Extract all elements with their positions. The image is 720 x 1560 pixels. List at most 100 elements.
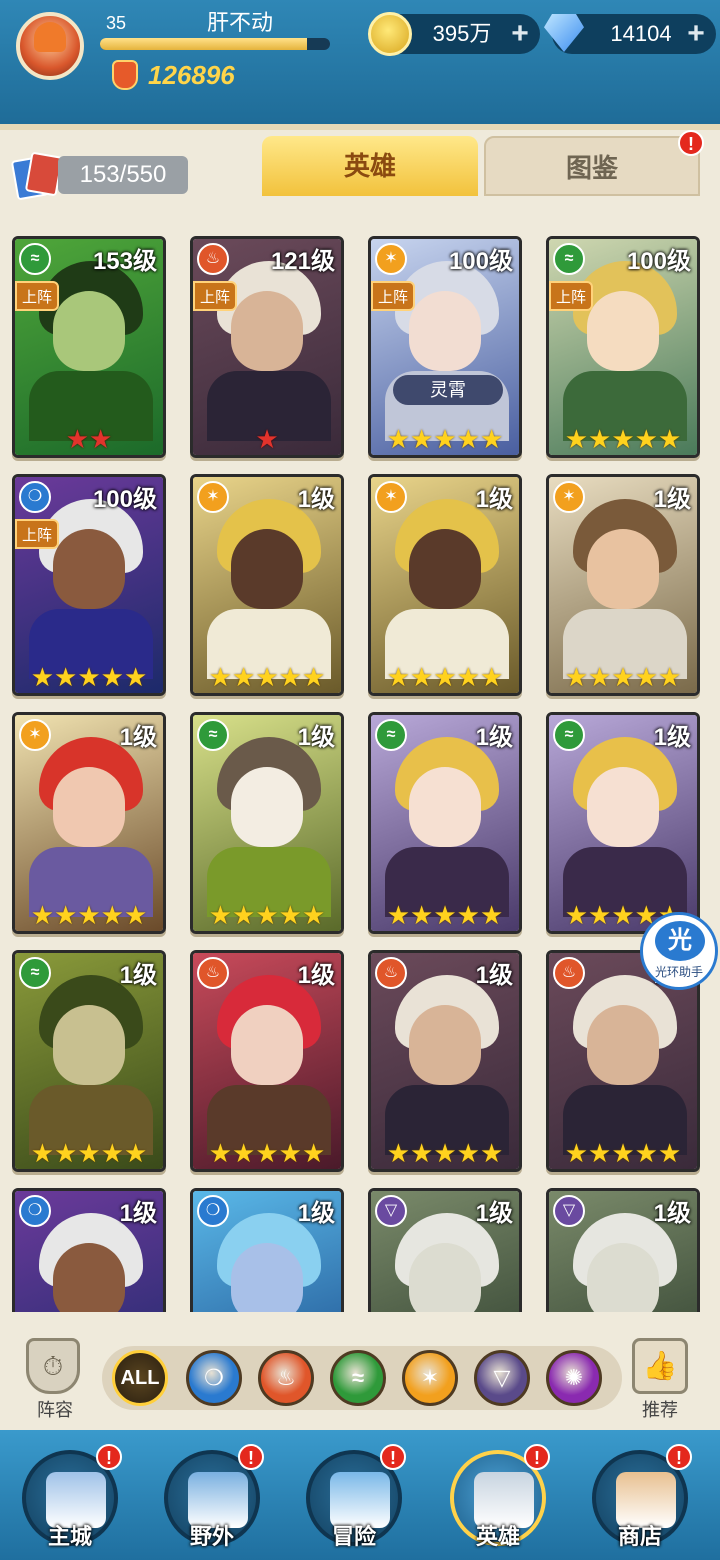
hero-card[interactable]: ▽ 1级 (546, 1188, 700, 1312)
codex-alert-icon: ! (678, 130, 704, 156)
fire-element-icon: ♨ (553, 957, 585, 989)
hero-card[interactable]: ≈1级★★★★★ (12, 950, 166, 1172)
hero-level: 100级 (448, 248, 513, 275)
hero-card[interactable]: ✶ 1级 ★★★★★ (368, 474, 522, 696)
deployed-badge: 上阵 (193, 281, 237, 311)
recommend-button[interactable]: 👍 推荐 (632, 1338, 696, 1428)
hero-level: 100级 (626, 248, 691, 275)
hero-card[interactable]: ≈100级 上阵 ★★★★★ (546, 236, 700, 458)
star-icon: ★ (564, 1138, 589, 1168)
aura-helper-label: 光环助手 (654, 965, 703, 979)
filter-dark-button[interactable]: ▽ (474, 1350, 530, 1406)
hero-level: 1级 (119, 724, 157, 751)
nav-sword[interactable]: 冒险! (300, 1444, 408, 1556)
hero-card[interactable]: ♨1级★★★★★ (190, 950, 344, 1172)
wind-element-icon: ≈ (19, 243, 51, 275)
star-icon: ★ (301, 662, 326, 692)
star-icon: ★ (232, 662, 256, 692)
hero-stars: ★★★★★ (15, 1137, 163, 1169)
star-icon: ★ (410, 424, 434, 454)
filter-light-button[interactable]: ✶ (402, 1350, 458, 1406)
filter-wind-button[interactable]: ≈ (330, 1350, 386, 1406)
star-icon: ★ (611, 900, 635, 930)
hero-face (231, 529, 303, 609)
star-icon: ★ (410, 1138, 434, 1168)
hero-card[interactable]: ✶ 100级 上阵 灵霄 ★★★★★ (368, 236, 522, 458)
xp-bar-fill (100, 38, 307, 50)
hero-card[interactable]: ≈153级 上阵 ★★ (12, 236, 166, 458)
top-bar: 35 肝不动 126896 395万 + 14104 + (0, 0, 720, 130)
nav-portal[interactable]: 野外! (158, 1444, 266, 1556)
star-icon: ★ (634, 1138, 658, 1168)
star-icon: ★ (255, 662, 279, 692)
filter-chaos-button[interactable]: ✺ (546, 1350, 602, 1406)
hero-card[interactable]: ❍ 1级 (190, 1188, 344, 1312)
hero-level: 1级 (297, 962, 335, 989)
star-icon: ★ (208, 662, 233, 692)
nav-shop[interactable]: 商店! (586, 1444, 694, 1556)
hero-level: 1级 (475, 486, 513, 513)
hero-stars: ★★★★★ (371, 423, 519, 455)
player-avatar[interactable] (16, 12, 84, 80)
hero-level: 1级 (653, 486, 691, 513)
nav-helmet[interactable]: 英雄! (444, 1444, 552, 1556)
hero-level: 1级 (297, 724, 335, 751)
hero-stars: ★★★★★ (15, 661, 163, 693)
hero-face (587, 767, 659, 847)
hero-card[interactable]: ♨ 121级 上阵 ★ (190, 236, 344, 458)
hero-face (409, 529, 481, 609)
hero-card[interactable]: ≈1级★★★★★ (190, 712, 344, 934)
nav-castle[interactable]: 主城! (16, 1444, 124, 1556)
add-gems-button[interactable]: + (682, 19, 710, 49)
coin-value: 395万 (432, 21, 492, 46)
tab-heroes[interactable]: 英雄 (262, 136, 478, 196)
filter-water-button[interactable]: ❍ (186, 1350, 242, 1406)
star-icon: ★ (123, 900, 148, 930)
tab-codex[interactable]: 图鉴 (484, 136, 700, 196)
hero-card[interactable]: ≈1级★★★★★ (546, 712, 700, 934)
hero-count: 153/550 (58, 156, 188, 194)
hero-card[interactable]: ❍ 100级 上阵 ★★★★★ (12, 474, 166, 696)
coin-icon (368, 12, 412, 56)
hero-stars: ★★★★★ (193, 899, 341, 931)
hero-face (409, 291, 481, 371)
hero-stars: ★★★★★ (371, 1137, 519, 1169)
hero-stars: ★★★★★ (549, 661, 697, 693)
dark-element-icon: ▽ (375, 1195, 407, 1227)
player-level: 35 (105, 13, 127, 33)
hero-tabs-row: 153/550 英雄 图鉴 ! (0, 130, 720, 204)
hero-card[interactable]: ✶ 1级 ★★★★★ (190, 474, 344, 696)
hero-level: 1级 (297, 1200, 335, 1227)
hero-card[interactable]: ≈1级★★★★★ (368, 712, 522, 934)
hero-card[interactable]: ❍ 1级 (12, 1188, 166, 1312)
hero-level: 153级 (92, 248, 157, 275)
filter-all-button[interactable]: ALL (112, 1350, 168, 1406)
star-icon: ★ (433, 662, 457, 692)
aura-helper-button[interactable]: 光 光环助手 (640, 912, 718, 990)
lineup-button[interactable]: ⏱ 阵容 (26, 1338, 84, 1428)
water-element-icon: ❍ (19, 1195, 51, 1227)
water-element-icon: ❍ (197, 1195, 229, 1227)
star-icon: ★ (54, 662, 78, 692)
star-icon: ★ (433, 900, 457, 930)
star-icon: ★ (433, 424, 457, 454)
filter-bar: ⏱ 阵容 ALL ❍ ♨ ≈ ✶ ▽ ✺ 👍 推荐 (0, 1320, 720, 1430)
castle-icon (46, 1472, 106, 1528)
light-element-icon: ✶ (197, 481, 229, 513)
nav-alert-icon: ! (96, 1444, 122, 1470)
star-icon: ★ (100, 900, 124, 930)
skin-name-badge: 灵霄 (393, 375, 503, 405)
star-icon: ★ (30, 662, 55, 692)
hero-card[interactable]: ♨1级★★★★★ (368, 950, 522, 1172)
star-icon: ★ (564, 424, 589, 454)
hero-face (409, 767, 481, 847)
hero-face (587, 529, 659, 609)
hero-card[interactable]: ✶ 1级 ★★★★★ (12, 712, 166, 934)
hero-card[interactable]: ✶ 1级 ★★★★★ (546, 474, 700, 696)
star-icon: ★ (588, 662, 612, 692)
hero-stars: ★★★★★ (193, 1137, 341, 1169)
add-coins-button[interactable]: + (506, 19, 534, 49)
hero-card[interactable]: ▽ 1级 (368, 1188, 522, 1312)
sword-icon (330, 1472, 390, 1528)
filter-fire-button[interactable]: ♨ (258, 1350, 314, 1406)
